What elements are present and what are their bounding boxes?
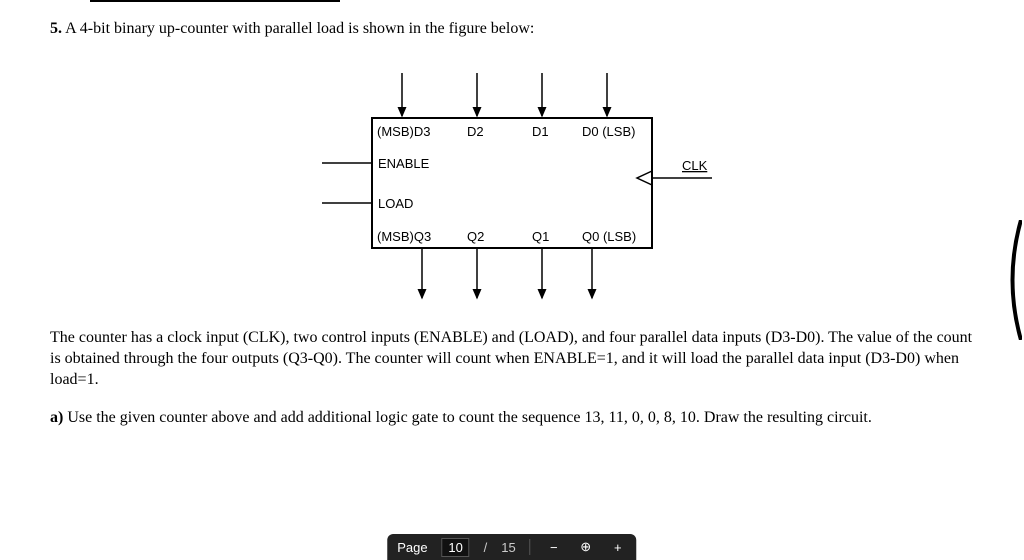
label-q0: Q0 (LSB) (582, 229, 636, 244)
question-intro: 5. A 4-bit binary up-counter with parall… (50, 20, 974, 38)
page-slash: / (484, 540, 488, 555)
zoom-out-button[interactable]: − (545, 540, 563, 555)
zoom-reset-button[interactable]: ⊕ (577, 539, 595, 555)
page-content: 5. A 4-bit binary up-counter with parall… (0, 0, 1024, 449)
label-d1: D1 (532, 124, 549, 139)
label-d3: (MSB)D3 (377, 124, 430, 139)
part-a-text: Use the given counter above and add addi… (67, 409, 872, 426)
zoom-in-button[interactable]: + (609, 540, 627, 555)
label-d2: D2 (467, 124, 484, 139)
toolbar-separator (530, 539, 531, 555)
label-clk: CLK (682, 158, 708, 173)
part-a: a) Use the given counter above and add a… (50, 408, 974, 429)
question-number: 5. (50, 20, 62, 37)
label-load: LOAD (378, 196, 413, 211)
counter-description: The counter has a clock input (CLK), two… (50, 328, 974, 390)
question-intro-text: A 4-bit binary up-counter with parallel … (65, 20, 534, 37)
label-q3: (MSB)Q3 (377, 229, 431, 244)
label-q2: Q2 (467, 229, 484, 244)
page-number-input[interactable] (442, 538, 470, 557)
pdf-toolbar: Page / 15 − ⊕ + (387, 534, 636, 560)
toolbar-page-label: Page (397, 540, 427, 555)
part-a-label: a) (50, 409, 63, 426)
page-total: 15 (501, 540, 515, 555)
counter-diagram: (MSB)D3 D2 D1 D0 (LSB) ENABLE LOAD CLK (… (50, 58, 974, 308)
label-enable: ENABLE (378, 156, 430, 171)
scroll-indicator[interactable] (1004, 220, 1022, 340)
decorative-top-line (90, 0, 340, 2)
label-q1: Q1 (532, 229, 549, 244)
label-d0: D0 (LSB) (582, 124, 635, 139)
counter-svg: (MSB)D3 D2 D1 D0 (LSB) ENABLE LOAD CLK (… (292, 58, 732, 308)
